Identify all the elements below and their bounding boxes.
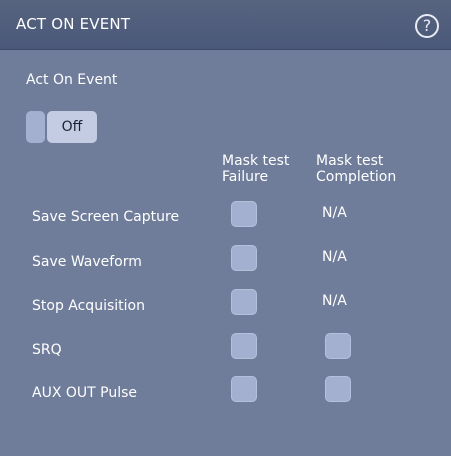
row-label-save-waveform: Save Waveform [32, 254, 142, 270]
aux-out-pulse-completion-checkbox[interactable] [325, 376, 351, 402]
stop-acquisition-completion-na: N/A [322, 293, 347, 309]
toggle-knob[interactable] [26, 111, 45, 143]
save-waveform-failure-checkbox[interactable] [231, 245, 257, 271]
act-on-event-toggle[interactable]: Off [26, 111, 97, 143]
toggle-state[interactable]: Off [47, 111, 97, 143]
row-label-stop-acquisition: Stop Acquisition [32, 298, 145, 314]
column-header-failure-line1: Mask test [222, 153, 290, 169]
column-header-failure-line2: Failure [222, 169, 269, 185]
act-on-event-label: Act On Event [26, 72, 118, 88]
column-header-completion-line2: Completion [316, 169, 397, 185]
column-header-completion: Mask test Completion [316, 153, 396, 185]
title-bar: ACT ON EVENT ? [0, 0, 451, 50]
save-screen-capture-failure-checkbox[interactable] [231, 201, 257, 227]
act-on-event-panel: ACT ON EVENT ? Act On Event Off Mask tes… [0, 0, 451, 456]
row-label-srq: SRQ [32, 342, 62, 358]
panel-title: ACT ON EVENT [16, 15, 131, 33]
column-header-failure: Mask test Failure [222, 153, 289, 185]
aux-out-pulse-failure-checkbox[interactable] [231, 376, 257, 402]
stop-acquisition-failure-checkbox[interactable] [231, 289, 257, 315]
save-waveform-completion-na: N/A [322, 249, 347, 265]
save-screen-capture-completion-na: N/A [322, 205, 347, 221]
column-header-completion-line1: Mask test [316, 153, 384, 169]
srq-failure-checkbox[interactable] [231, 333, 257, 359]
srq-completion-checkbox[interactable] [325, 333, 351, 359]
help-icon[interactable]: ? [415, 14, 439, 38]
row-label-aux-out-pulse: AUX OUT Pulse [32, 385, 137, 401]
row-label-save-screen-capture: Save Screen Capture [32, 209, 180, 225]
